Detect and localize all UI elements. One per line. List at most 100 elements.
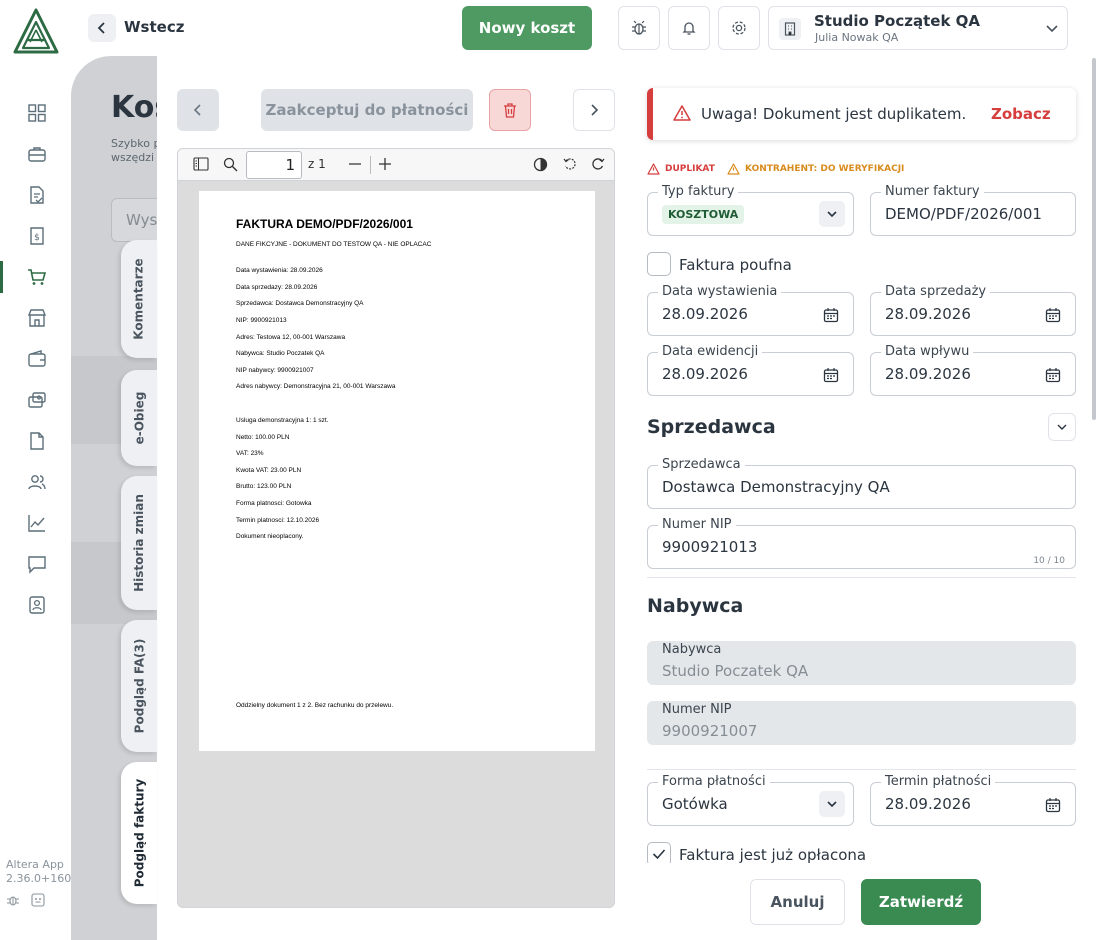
- nav-payments-icon[interactable]: [26, 389, 48, 411]
- svg-text:$: $: [34, 233, 40, 243]
- document-line: NIP nabywcy: 9900921007: [236, 367, 314, 374]
- receipt-date-field[interactable]: Data wpływu 28.09.2026: [870, 344, 1076, 396]
- calendar-icon[interactable]: [1043, 795, 1063, 815]
- rotate-left-icon[interactable]: [563, 157, 577, 171]
- nav-contact-icon[interactable]: [26, 594, 48, 616]
- chevron-left-icon: [97, 22, 105, 34]
- toolbar-divider: [370, 156, 371, 174]
- delete-button[interactable]: [489, 89, 531, 131]
- app-logo[interactable]: [12, 8, 60, 54]
- payment-form-select[interactable]: Forma płatności Gotówka: [647, 774, 854, 826]
- collapse-seller-button[interactable]: [1048, 413, 1076, 441]
- company-user: Julia Nowak QA: [815, 31, 899, 44]
- document-line: Oddzielny dokument 1 z 2. Bez rachunku d…: [236, 702, 394, 709]
- character-counter: 10 / 10: [1033, 556, 1065, 566]
- field-label: Termin płatności: [881, 774, 996, 790]
- document-line: Forma platnosci: Gotowka: [236, 500, 312, 507]
- seller-nip-field[interactable]: Numer NIP 9900921013 10 / 10: [647, 517, 1076, 569]
- chevron-left-icon: [193, 104, 201, 116]
- new-cost-button[interactable]: Nowy koszt: [462, 6, 592, 50]
- bug-report-button[interactable]: [618, 6, 660, 50]
- document-line: Termin platnosci: 12.10.2026: [236, 517, 320, 524]
- invoice-type-select[interactable]: Typ faktury KOSZTOWA: [647, 184, 854, 236]
- rotate-right-icon[interactable]: [591, 157, 605, 171]
- back-button[interactable]: [88, 14, 116, 42]
- see-duplicate-link[interactable]: Zobacz: [991, 105, 1051, 123]
- nav-document-icon[interactable]: [26, 430, 48, 452]
- tab-preview-fa3[interactable]: Podgląd FA(3): [121, 620, 157, 752]
- warning-icon: [727, 163, 740, 175]
- field-value: 28.09.2026: [662, 365, 748, 383]
- calendar-icon[interactable]: [1043, 365, 1063, 385]
- zoom-in-icon[interactable]: [378, 157, 392, 171]
- sale-date-field[interactable]: Data sprzedaży 28.09.2026: [870, 284, 1076, 336]
- company-switcher[interactable]: Studio Początek QA Julia Nowak QA: [768, 6, 1068, 50]
- chevron-right-icon: [591, 104, 599, 116]
- nav-chart-icon[interactable]: [26, 512, 48, 534]
- nav-receipt-icon[interactable]: $: [26, 225, 48, 247]
- trash-icon: [504, 103, 516, 118]
- confidential-checkbox[interactable]: [647, 252, 671, 276]
- sidebar-toggle-icon[interactable]: [193, 157, 209, 171]
- building-icon: [779, 18, 801, 40]
- zoom-out-icon[interactable]: [348, 157, 362, 171]
- duplicate-tag: DUPLIKAT: [647, 163, 715, 175]
- nav-dashboard-icon[interactable]: [26, 102, 48, 124]
- calendar-icon[interactable]: [1043, 305, 1063, 325]
- settings-button[interactable]: [718, 6, 760, 50]
- nav-invoice-icon[interactable]: [26, 184, 48, 206]
- contrast-icon[interactable]: [533, 157, 548, 172]
- bug-icon[interactable]: [6, 893, 20, 907]
- nav-cart-icon[interactable]: [26, 266, 48, 288]
- buyer-section-title: Nabywca: [647, 595, 744, 617]
- seller-section-title: Sprzedawca: [647, 416, 776, 438]
- section-divider: [647, 769, 1076, 770]
- calendar-icon[interactable]: [821, 365, 841, 385]
- nav-wallet-icon[interactable]: [26, 348, 48, 370]
- confirm-button[interactable]: Zatwierdź: [861, 879, 981, 925]
- document-line: Data wystawienia: 28.09.2026: [236, 267, 323, 274]
- nav-users-icon[interactable]: [26, 471, 48, 493]
- invoice-number-field[interactable]: Numer faktury DEMO/PDF/2026/001: [870, 184, 1076, 236]
- nav-store-icon[interactable]: [26, 307, 48, 329]
- search-icon[interactable]: [223, 157, 238, 172]
- check-icon: [652, 849, 666, 860]
- previous-document-button[interactable]: [177, 89, 219, 131]
- seller-field[interactable]: Sprzedawca Dostawca Demonstracyjny QA: [647, 457, 1076, 509]
- tab-label: Podgląd FA(3): [132, 638, 146, 734]
- chevron-down-icon: [1057, 424, 1067, 430]
- field-label: Nabywca: [662, 642, 722, 657]
- warning-icon: [673, 105, 691, 121]
- calendar-icon[interactable]: [821, 305, 841, 325]
- field-value: DEMO/PDF/2026/001: [885, 205, 1042, 223]
- notifications-button[interactable]: [668, 6, 710, 50]
- scrollbar[interactable]: [1092, 58, 1096, 420]
- pdf-viewer[interactable]: 1 z 1 FAKTURA DEMO/PDF/2026/001 DANE FIK…: [177, 148, 615, 908]
- issue-date-field[interactable]: Data wystawienia 28.09.2026: [647, 284, 854, 336]
- next-document-button[interactable]: [573, 89, 615, 131]
- field-value: 28.09.2026: [885, 365, 971, 383]
- field-value: Studio Poczatek QA: [662, 662, 809, 680]
- chevron-down-icon[interactable]: [819, 201, 845, 227]
- payment-due-field[interactable]: Termin płatności 28.09.2026: [870, 774, 1076, 826]
- field-value: Dostawca Demonstracyjny QA: [662, 478, 890, 496]
- nav-chat-icon[interactable]: [26, 553, 48, 575]
- cancel-button[interactable]: Anuluj: [750, 879, 845, 925]
- field-label: Numer faktury: [881, 184, 984, 200]
- accept-for-payment-button[interactable]: Zaakceptuj do płatności: [261, 89, 473, 131]
- tab-history[interactable]: Historia zmian: [121, 476, 157, 610]
- tab-invoice-preview[interactable]: Podgląd faktury: [121, 762, 157, 904]
- field-label: Typ faktury: [658, 184, 739, 200]
- chevron-down-icon[interactable]: [819, 791, 845, 817]
- page-number-input[interactable]: 1: [246, 151, 302, 179]
- tab-e-obieg[interactable]: e-Obieg: [121, 370, 157, 466]
- tab-comments[interactable]: Komentarze: [121, 240, 157, 358]
- app-version-number: 2.36.0+1602: [6, 872, 72, 885]
- widget-icon[interactable]: [31, 893, 45, 907]
- paid-label: Faktura jest już opłacona: [679, 846, 867, 864]
- nav-briefcase-icon[interactable]: [26, 143, 48, 165]
- record-date-field[interactable]: Data ewidencji 28.09.2026: [647, 344, 854, 396]
- back-label[interactable]: Wstecz: [124, 18, 184, 36]
- duplicate-alert: Uwaga! Dokument jest duplikatem. Zobacz: [647, 88, 1076, 140]
- document-line: DANE FIKCYJNE - DOKUMENT DO TESTOW QA - …: [236, 241, 432, 248]
